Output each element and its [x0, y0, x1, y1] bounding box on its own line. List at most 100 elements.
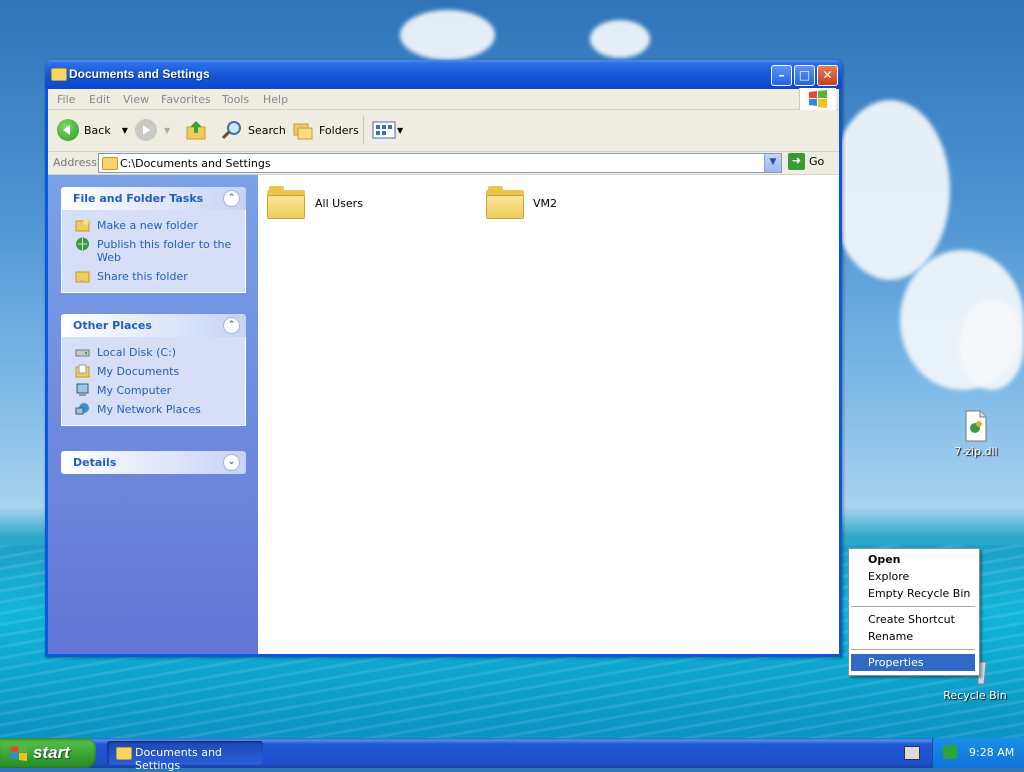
toolbar-separator — [363, 116, 364, 144]
place-my-computer[interactable]: My Computer — [62, 381, 245, 400]
back-dropdown-icon[interactable]: ▼ — [122, 126, 128, 135]
task-pane: File and Folder Tasks ⌃ Make a new folde… — [48, 175, 258, 654]
address-input[interactable]: C:\Documents and Settings ▼ — [98, 153, 782, 173]
task-label: Make a new folder — [97, 219, 198, 232]
menu-item-properties[interactable]: Properties — [851, 654, 975, 671]
place-label: My Computer — [97, 384, 172, 397]
menu-item-rename[interactable]: Rename — [851, 628, 975, 645]
folder-icon — [486, 186, 524, 219]
address-bar: Address C:\Documents and Settings ▼ ➜ Go — [48, 152, 839, 175]
new-folder-icon — [75, 219, 90, 232]
explorer-window: Documents and Settings – □ ✕ File Edit V… — [45, 60, 842, 657]
my-documents-icon — [75, 364, 90, 378]
menu-edit[interactable]: Edit — [89, 93, 110, 106]
menu-separator — [851, 649, 975, 650]
go-button[interactable]: ➜ Go — [788, 153, 824, 170]
back-button[interactable]: Back ▼ — [57, 118, 128, 142]
folders-button[interactable]: Folders — [292, 118, 359, 142]
folders-label: Folders — [319, 123, 359, 137]
title-bar[interactable]: Documents and Settings – □ ✕ — [45, 60, 842, 89]
close-button[interactable]: ✕ — [817, 65, 838, 86]
windows-logo-icon — [799, 88, 836, 110]
collapse-chevron-icon[interactable]: ⌃ — [223, 317, 240, 334]
views-button[interactable]: ▼ — [372, 118, 403, 142]
place-label: Local Disk (C:) — [97, 346, 177, 359]
menu-tools[interactable]: Tools — [222, 93, 249, 106]
cloud — [400, 10, 495, 60]
desktop-icon-7zip[interactable]: 7-zip.dll — [948, 410, 1004, 458]
go-label: Go — [809, 155, 825, 168]
panel-title: Details — [73, 456, 117, 469]
folder-icon — [267, 186, 305, 219]
menu-item-open[interactable]: Open — [851, 551, 975, 568]
menu-favorites[interactable]: Favorites — [161, 93, 211, 106]
folder-icon — [51, 68, 67, 81]
minimize-button[interactable]: – — [771, 65, 792, 86]
my-computer-icon — [76, 383, 89, 396]
panel-title: Other Places — [73, 319, 152, 332]
folders-icon — [293, 123, 313, 140]
network-places-icon — [75, 403, 89, 415]
forward-dropdown-icon: ▼ — [164, 125, 171, 135]
menu-bar: File Edit View Favorites Tools Help — [48, 88, 839, 110]
menu-file[interactable]: File — [57, 93, 75, 106]
folder-icon — [116, 747, 132, 760]
file-folder-tasks-panel: File and Folder Tasks ⌃ Make a new folde… — [61, 187, 246, 293]
place-local-disk[interactable]: Local Disk (C:) — [62, 343, 245, 362]
back-label: Back — [84, 123, 111, 137]
up-folder-button[interactable] — [185, 118, 207, 142]
panel-header[interactable]: Details ⌄ — [61, 451, 246, 474]
window-client: File Edit View Favorites Tools Help Back… — [48, 88, 839, 654]
taskbar: start Documents and Settings 9:28 AM — [0, 738, 1024, 772]
folder-icon — [102, 157, 118, 170]
place-label: My Documents — [97, 365, 180, 378]
go-arrow-icon: ➜ — [788, 153, 805, 170]
taskbar-item-documents-and-settings[interactable]: Documents and Settings — [107, 741, 263, 772]
standard-toolbar: Back ▼ ▼ Search Folders ▼ — [48, 110, 839, 152]
panel-body: Make a new folder Publish this folder to… — [61, 210, 246, 293]
clock: 9:28 AM — [969, 746, 1015, 759]
menu-item-empty-recycle-bin[interactable]: Empty Recycle Bin — [851, 585, 975, 602]
place-my-network[interactable]: My Network Places — [62, 400, 245, 419]
menu-help[interactable]: Help — [263, 93, 288, 106]
expand-chevron-icon[interactable]: ⌄ — [223, 454, 240, 471]
folder-label: VM2 — [533, 197, 558, 210]
folder-view: All Users VM2 — [258, 175, 839, 654]
maximize-button[interactable]: □ — [794, 65, 815, 86]
panel-header[interactable]: File and Folder Tasks ⌃ — [61, 187, 246, 210]
network-tray-icon[interactable] — [943, 745, 957, 759]
folder-label: All Users — [315, 197, 363, 210]
panel-title: File and Folder Tasks — [73, 192, 204, 205]
cloud — [590, 20, 650, 58]
share-folder-icon — [75, 271, 90, 283]
panel-body: Local Disk (C:) My Documents My Computer… — [61, 337, 246, 426]
address-dropdown-icon[interactable]: ▼ — [764, 154, 781, 172]
window-title: Documents and Settings — [69, 67, 210, 81]
search-button[interactable]: Search — [221, 118, 286, 142]
start-label: start — [33, 743, 70, 762]
other-places-panel: Other Places ⌃ Local Disk (C:) My Docume… — [61, 314, 246, 426]
task-label: Publish this folder to the Web — [97, 238, 232, 264]
cloud — [960, 300, 1024, 390]
menu-item-create-shortcut[interactable]: Create Shortcut — [851, 611, 975, 628]
views-dropdown-icon: ▼ — [397, 125, 404, 135]
globe-icon — [76, 237, 89, 251]
panel-header[interactable]: Other Places ⌃ — [61, 314, 246, 337]
menu-view[interactable]: View — [123, 93, 149, 106]
task-make-new-folder[interactable]: Make a new folder — [62, 216, 245, 235]
address-label: Address — [53, 156, 97, 169]
place-my-documents[interactable]: My Documents — [62, 362, 245, 381]
keyboard-icon[interactable] — [904, 746, 920, 760]
forward-arrow-icon — [135, 119, 157, 141]
forward-button[interactable]: ▼ — [135, 118, 170, 142]
taskbar-item-label: Documents and Settings — [135, 746, 222, 772]
task-share-folder[interactable]: Share this folder — [62, 267, 245, 286]
place-label: My Network Places — [97, 403, 201, 416]
menu-item-explore[interactable]: Explore — [851, 568, 975, 585]
views-icon — [372, 121, 396, 139]
cloud — [830, 100, 950, 280]
collapse-chevron-icon[interactable]: ⌃ — [223, 190, 240, 207]
task-publish-web[interactable]: Publish this folder to the Web — [62, 235, 245, 267]
search-icon — [221, 121, 241, 140]
start-button[interactable]: start — [0, 738, 96, 768]
